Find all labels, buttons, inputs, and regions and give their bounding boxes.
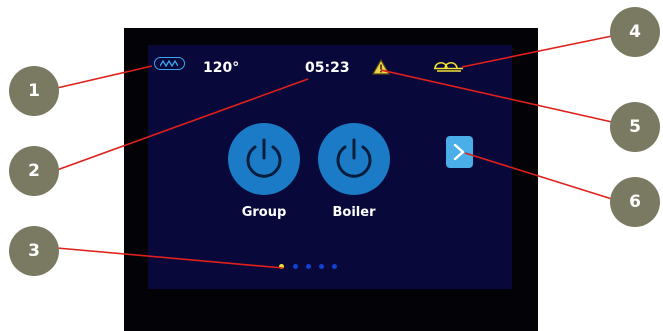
callout-3: 3 xyxy=(9,226,59,276)
callout-line-6 xyxy=(464,152,613,200)
callout-5: 5 xyxy=(610,102,660,152)
callout-lines xyxy=(56,35,613,269)
callout-line-3 xyxy=(56,247,284,269)
callout-1: 1 xyxy=(9,66,59,116)
callout-6: 6 xyxy=(610,177,660,227)
callout-line-4 xyxy=(461,35,613,68)
callout-line-2 xyxy=(56,78,309,171)
callout-line-1 xyxy=(56,65,153,89)
callout-2: 2 xyxy=(9,146,59,196)
callout-4: 4 xyxy=(610,7,660,57)
callout-line-5 xyxy=(380,69,613,123)
